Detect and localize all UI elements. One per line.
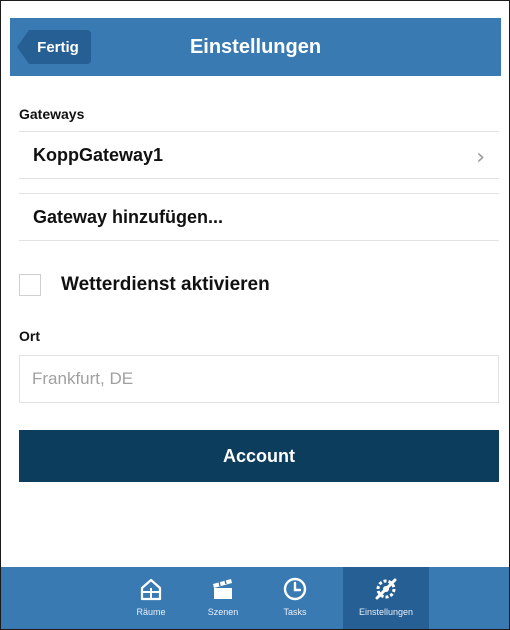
add-gateway-label: Gateway hinzufügen...	[33, 206, 224, 227]
weather-service-row[interactable]: Wetterdienst aktivieren	[19, 263, 499, 307]
location-section-label: Ort	[19, 328, 40, 344]
chevron-right-icon: ›	[476, 145, 485, 170]
settings-icon	[375, 578, 397, 600]
tab-rooms-label: Räume	[136, 607, 166, 617]
tab-rooms[interactable]: Räume	[115, 567, 187, 629]
rooms-icon	[140, 578, 162, 601]
gateways-section-label: Gateways	[19, 106, 85, 122]
weather-service-checkbox[interactable]	[19, 274, 41, 296]
navigation-bar-inner: Fertig Einstellungen	[10, 18, 501, 76]
tab-bar: Räume Szenen Tasks Einstellungen	[1, 567, 509, 629]
add-gateway-row[interactable]: Gateway hinzufügen...	[19, 193, 499, 241]
weather-service-label: Wetterdienst aktivieren	[61, 274, 270, 295]
tab-scenes-label: Szenen	[207, 607, 239, 617]
gateway-row-koppgateway1[interactable]: KoppGateway1 ›	[19, 131, 499, 179]
location-input[interactable]	[19, 355, 499, 403]
tab-tasks[interactable]: Tasks	[259, 567, 331, 629]
tab-settings[interactable]: Einstellungen	[343, 567, 429, 629]
navigation-bar: Fertig Einstellungen	[1, 1, 509, 91]
tab-settings-label: Einstellungen	[358, 607, 414, 617]
tab-tasks-label: Tasks	[283, 607, 307, 617]
account-button[interactable]: Account	[19, 430, 499, 482]
scenes-icon	[213, 579, 232, 599]
gateway-name: KoppGateway1	[33, 144, 164, 165]
done-button[interactable]: Fertig	[17, 30, 91, 64]
app-window: Fertig Einstellungen Gateways KoppGatewa…	[0, 0, 510, 630]
clock-icon	[283, 577, 307, 601]
tab-scenes[interactable]: Szenen	[187, 567, 259, 629]
